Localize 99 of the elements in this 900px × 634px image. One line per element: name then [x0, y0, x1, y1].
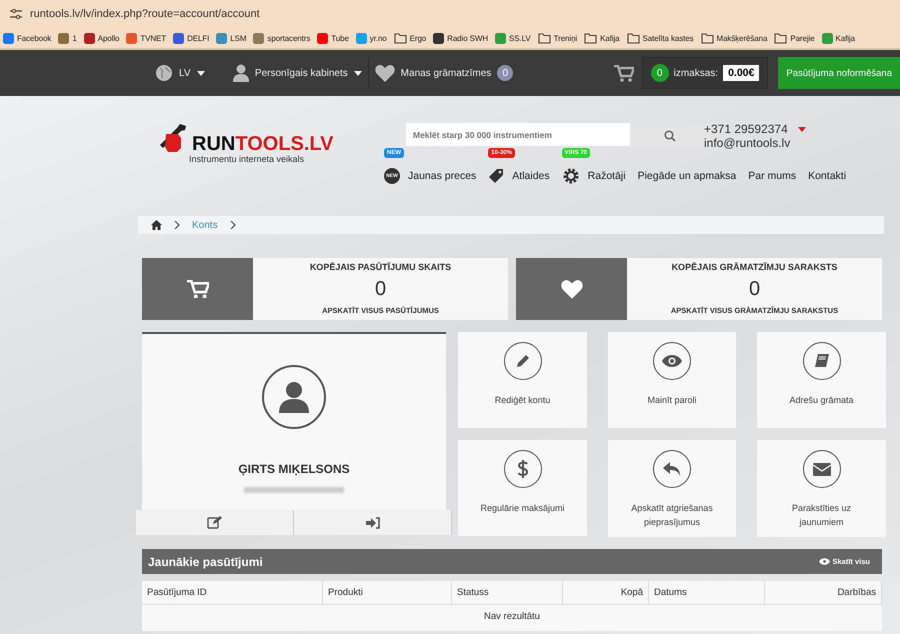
- site-favicon-icon: [822, 32, 833, 44]
- book-icon: [814, 353, 830, 369]
- cart-count-badge: 0: [650, 64, 669, 82]
- bookmark-item[interactable]: Ergo: [394, 32, 426, 44]
- phone-number[interactable]: +371 29592374: [704, 122, 788, 136]
- site-favicon-icon: [173, 32, 184, 44]
- bookmark-item[interactable]: Radio SWH: [433, 32, 488, 44]
- folder-icon: [774, 32, 788, 44]
- column-header: Kopā: [563, 581, 649, 604]
- caret-icon: [354, 70, 362, 76]
- eye-icon: [819, 558, 830, 565]
- site-favicon-icon: [433, 32, 444, 44]
- bookmark-item[interactable]: yr.no: [356, 32, 387, 44]
- price-tag-icon: [488, 168, 504, 184]
- folder-icon: [584, 32, 598, 44]
- folder-icon: [700, 32, 714, 44]
- column-header: Pasūtījuma ID: [142, 581, 323, 604]
- menu-link[interactable]: Piegāde un apmaksa: [638, 164, 736, 188]
- cart-icon: [186, 280, 208, 298]
- bookmark-item[interactable]: Kafija: [822, 32, 855, 44]
- account-menu[interactable]: Personīgais kabinets: [226, 64, 368, 82]
- stat-value: 0: [374, 278, 386, 300]
- site-favicon-icon: [253, 32, 264, 44]
- address-bar-url[interactable]: runtools.lv/lv/index.php?route=account/account: [30, 8, 260, 20]
- folder-icon: [538, 32, 551, 44]
- checkout-button[interactable]: Pasūtījuma noformēšana: [778, 57, 900, 89]
- email-address[interactable]: info@runtools.lv: [704, 136, 790, 150]
- column-header: Darbības: [765, 581, 882, 604]
- site-favicon-icon: [356, 32, 367, 44]
- dollar-icon: [516, 459, 528, 479]
- bookmark-item[interactable]: DELFI: [173, 32, 210, 44]
- folder-icon: [394, 32, 407, 44]
- edit-icon: [207, 516, 222, 529]
- bookmark-item[interactable]: SS.LV: [495, 32, 531, 44]
- site-favicon-icon: [317, 32, 328, 44]
- column-header: Datums: [649, 581, 765, 604]
- account-tile[interactable]: Rediģēt kontu: [458, 332, 587, 428]
- cart-total: 0.00€: [723, 65, 760, 81]
- site-favicon-icon: [216, 32, 228, 44]
- menu-link[interactable]: Kontakti: [808, 164, 846, 188]
- site-settings-icon[interactable]: [10, 9, 22, 19]
- bookmark-count-badge: 0: [497, 65, 514, 81]
- caret-icon: [798, 126, 806, 132]
- site-favicon-icon: [84, 32, 95, 44]
- orders-title: Jaunākie pasūtījumi: [148, 554, 263, 568]
- heart-icon: [374, 64, 395, 82]
- logout-icon: [366, 516, 380, 528]
- account-tile[interactable]: Regulārie maksājumi: [458, 440, 587, 536]
- profile-name: ĢIRTS MIĶELSONS: [238, 462, 350, 476]
- envelope-icon: [812, 462, 830, 476]
- stat-title: KOPĒJAIS GRĀMATZĪMJU SARAKSTS: [672, 262, 838, 272]
- pencil-icon: [514, 353, 530, 369]
- column-header: Produkti: [323, 581, 452, 604]
- home-icon[interactable]: [151, 220, 162, 230]
- menu-link[interactable]: Par mums: [748, 164, 796, 188]
- empty-message: Nav rezultātu: [483, 610, 541, 624]
- bookmark-item[interactable]: Makšķerēšana: [700, 32, 768, 44]
- site-favicon-icon: [126, 32, 138, 44]
- search-icon: [664, 130, 676, 142]
- bookmark-item[interactable]: TVNET: [126, 32, 166, 44]
- search-field[interactable]: Meklēt starp 30 000 instrumentiem: [406, 123, 630, 146]
- bookmark-item[interactable]: 1: [58, 32, 77, 44]
- bookmark-item[interactable]: Tube: [317, 32, 349, 44]
- language-selector[interactable]: LV: [149, 64, 210, 82]
- bookmark-item[interactable]: Parejie: [774, 32, 815, 44]
- stat-value: 0: [748, 278, 760, 300]
- cart-icon: [614, 64, 634, 82]
- bookmark-item[interactable]: sportacentrs: [253, 32, 310, 44]
- bookmark-item[interactable]: Satelīta kastes: [626, 32, 694, 44]
- eye-icon: [662, 355, 682, 367]
- stat-title: KOPĒJAIS PASŪTĪJUMU SKAITS: [310, 262, 452, 272]
- gear-icon: [562, 167, 580, 185]
- bookmark-item[interactable]: Facebook: [3, 32, 52, 44]
- account-tile[interactable]: Adrešu grāmata: [757, 332, 886, 428]
- logo-text[interactable]: RUNTOOLS.LV: [192, 134, 334, 154]
- account-tile[interactable]: Mainīt paroli: [608, 332, 736, 428]
- logo-tagline: Instrumentu interneta veikals: [189, 154, 306, 164]
- total-label: izmaksas:: [674, 68, 718, 78]
- bookmark-item[interactable]: Kafija: [584, 32, 620, 44]
- site-favicon-icon: [58, 32, 70, 44]
- heart-icon: [560, 279, 582, 299]
- account-tile[interactable]: Parakstīties uz jaunumiem: [757, 440, 886, 537]
- bookmark-item[interactable]: LSM: [216, 32, 246, 44]
- cart-summary[interactable]: 0 izmaksas: 0.00€: [642, 57, 768, 89]
- site-favicon-icon: [3, 32, 14, 44]
- globe-icon: [155, 64, 173, 82]
- site-favicon-icon: [495, 32, 506, 44]
- avatar-icon: [262, 365, 326, 429]
- user-icon: [232, 64, 249, 82]
- bookmarks-link[interactable]: Manas grāmatzīmes: [368, 64, 498, 82]
- bookmark-item[interactable]: Treniņi: [538, 32, 578, 44]
- caret-icon: [196, 70, 204, 76]
- chevron-icon: [230, 220, 236, 230]
- bookmark-item[interactable]: Apollo: [84, 32, 120, 44]
- column-header: Statuss: [452, 581, 563, 604]
- account-tile[interactable]: Apskatīt atgriešanas pieprasījumus: [608, 440, 736, 537]
- reply-arrow-icon: [663, 461, 681, 477]
- folder-icon: [626, 32, 640, 44]
- chevron-icon: [174, 220, 180, 230]
